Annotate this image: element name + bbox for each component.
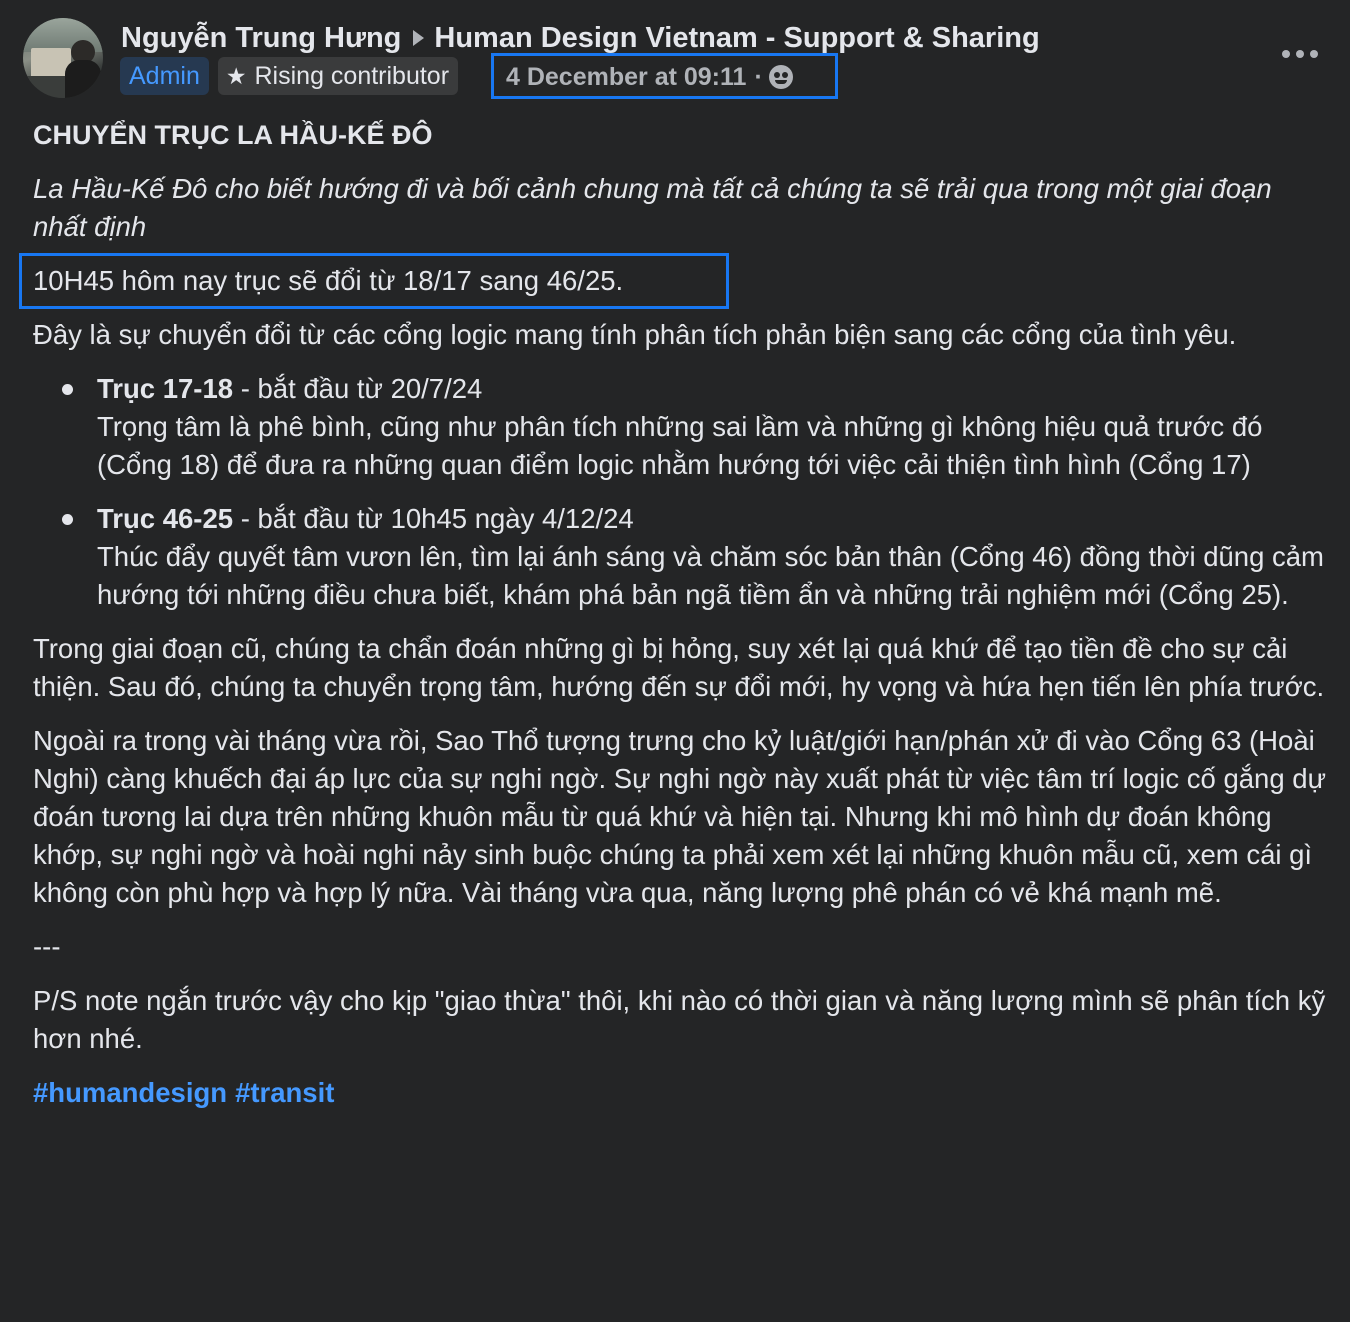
axis-start: - bắt đầu từ 10h45 ngày 4/12/24: [233, 503, 634, 534]
group-audience-icon[interactable]: [768, 65, 793, 89]
axis-start: - bắt đầu từ 20/7/24: [233, 373, 483, 404]
axis-name: Trục 17-18: [97, 373, 234, 404]
post-timestamp: 4 December at 09:11 ·: [506, 59, 793, 95]
list-item: Trục 46-25 - bắt đầu từ 10h45 ngày 4/12/…: [62, 500, 1328, 614]
bullet-icon: [62, 384, 73, 395]
summary-paragraph: Đây là sự chuyển đổi từ các cổng logic m…: [33, 319, 1237, 350]
list-item: Trục 17-18 - bắt đầu từ 20/7/24 Trọng tâ…: [62, 370, 1328, 484]
star-icon: ★: [225, 62, 247, 89]
author-avatar[interactable]: [23, 18, 103, 98]
axis-name: Trục 46-25: [97, 503, 234, 534]
rising-contributor-badge[interactable]: ★ Rising contributor: [217, 57, 459, 95]
shift-line: 10H45 hôm nay trục sẽ đổi từ 18/17 sang …: [19, 253, 1328, 309]
post-body: CHUYỂN TRỤC LA HẦU-KẾ ĐÔ La Hầu-Kế Đô ch…: [19, 116, 1328, 1112]
rising-contributor-label: Rising contributor: [254, 61, 450, 90]
post-intro: La Hầu-Kế Đô cho biết hướng đi và bối cả…: [33, 173, 1272, 242]
post-card: Nguyễn Trung Hưng Human Design Vietnam -…: [0, 0, 1350, 1322]
axis-description: Trọng tâm là phê bình, cũng như phân tíc…: [97, 411, 1263, 480]
admin-badge[interactable]: Admin: [120, 57, 209, 95]
hashtag-link[interactable]: #transit: [235, 1077, 334, 1108]
hashtags: #humandesign #transit: [33, 1074, 1328, 1112]
divider-text: ---: [33, 931, 61, 962]
caret-right-icon: [413, 30, 425, 46]
post-title: CHUYỂN TRỤC LA HẦU-KẾ ĐÔ: [33, 120, 433, 150]
author-badges: Admin ★ Rising contributor: [120, 57, 459, 95]
bullet-icon: [62, 514, 73, 525]
post-date-link[interactable]: 4 December at 09:11: [506, 63, 746, 92]
saturn-paragraph: Ngoài ra trong vài tháng vừa rồi, Sao Th…: [33, 725, 1326, 908]
date-separator: ·: [754, 62, 763, 91]
hashtag-link[interactable]: #humandesign: [33, 1077, 227, 1108]
author-name-link[interactable]: Nguyễn Trung Hưng: [121, 22, 401, 55]
axis-description: Thúc đẩy quyết tâm vươn lên, tìm lại ánh…: [97, 541, 1324, 610]
ps-paragraph: P/S note ngắn trước vậy cho kịp "giao th…: [33, 985, 1326, 1054]
post-header-names: Nguyễn Trung Hưng Human Design Vietnam -…: [121, 18, 1040, 58]
shift-highlight-box: [19, 253, 729, 309]
more-options-icon[interactable]: [1282, 46, 1318, 62]
group-name-link[interactable]: Human Design Vietnam - Support & Sharing: [434, 22, 1039, 55]
axes-list: Trục 17-18 - bắt đầu từ 20/7/24 Trọng tâ…: [33, 370, 1328, 614]
old-phase-paragraph: Trong giai đoạn cũ, chúng ta chẩn đoán n…: [33, 633, 1325, 702]
